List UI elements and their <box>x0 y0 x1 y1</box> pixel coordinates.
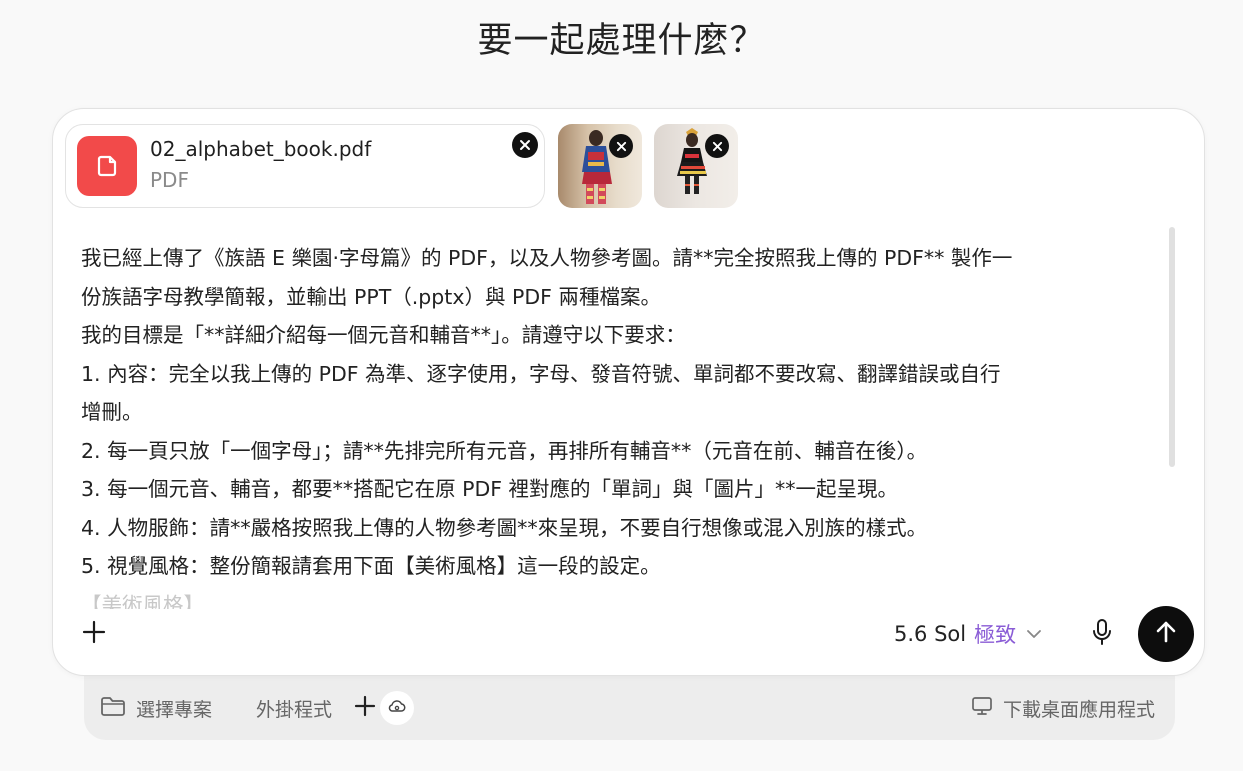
prompt-line: 增刪。 <box>81 400 143 424</box>
send-button[interactable] <box>1138 606 1194 662</box>
cloud-icon <box>388 697 406 719</box>
prompt-line: 我的目標是「**詳細介紹每一個元音和輔音**」。請遵守以下要求： <box>81 323 686 347</box>
chevron-down-icon <box>1026 629 1042 639</box>
microphone-icon <box>1091 618 1113 650</box>
attachment-file-name: 02_alphabet_book.pdf <box>150 137 372 161</box>
model-name: 5.6 Sol <box>894 622 967 646</box>
prompt-line: 4. 人物服飾：請**嚴格按照我上傳的人物參考圖**來呈現，不要自行想像或混入別… <box>81 515 928 540</box>
message-composer: 02_alphabet_book.pdf PDF 我已經上傳了《族語 E 樂園·… <box>52 108 1205 676</box>
prompt-line: 【美術風格】 <box>81 592 204 610</box>
plus-icon <box>82 620 106 648</box>
arrow-up-icon <box>1153 619 1179 649</box>
prompt-line: 2. 每一頁只放「一個字母」；請**先排完所有元音，再排所有輔音**（元音在前、… <box>81 438 928 463</box>
plugins-button[interactable]: 外掛程式 <box>256 695 332 722</box>
footer-left: 選擇專案 外掛程式 <box>100 690 415 726</box>
prompt-line: 1. 內容：完全以我上傳的 PDF 為準、逐字使用，字母、發音符號、單詞都不要改… <box>81 361 1001 386</box>
image-thumbnail[interactable] <box>654 124 738 208</box>
remove-image-button[interactable] <box>705 134 729 158</box>
page-title: 要一起處理什麼？ <box>477 21 766 61</box>
close-icon <box>712 137 723 156</box>
download-app-button[interactable]: 下載桌面應用程式 <box>971 690 1155 726</box>
add-attachment-button[interactable] <box>77 617 111 651</box>
select-project-label: 選擇專案 <box>136 698 213 721</box>
file-icon <box>77 136 137 196</box>
add-plugin-icon[interactable] <box>354 694 376 722</box>
model-selector[interactable]: 5.6 Sol 極致 <box>894 616 1042 652</box>
cloud-sync-button[interactable] <box>380 691 415 725</box>
prompt-line: 3. 每一個元音、輔音，都要**搭配它在原 PDF 裡對應的「單詞」與「圖片」*… <box>81 477 899 501</box>
close-icon <box>519 136 531 155</box>
attachment-file-type: PDF <box>150 168 189 192</box>
folder-icon <box>100 695 126 722</box>
attachment-file-card[interactable]: 02_alphabet_book.pdf PDF <box>65 124 545 208</box>
remove-attachment-button[interactable] <box>512 132 538 158</box>
select-project-button[interactable]: 選擇專案 <box>100 695 212 722</box>
monitor-icon <box>971 696 993 721</box>
download-app-label: 下載桌面應用程式 <box>1002 698 1155 721</box>
image-thumbnail[interactable] <box>558 124 642 208</box>
prompt-line: 份族語字母教學簡報，並輸出 PPT（.pptx）與 PDF 兩種檔案。 <box>81 284 661 309</box>
prompt-line: 5. 視覺風格：整份簡報請套用下面【美術風格】這一段的設定。 <box>81 554 661 578</box>
scrollbar-thumb[interactable] <box>1169 227 1175 467</box>
voice-input-button[interactable] <box>1084 616 1120 652</box>
prompt-scrollbar[interactable] <box>1169 217 1175 469</box>
close-icon <box>616 137 627 156</box>
remove-image-button[interactable] <box>609 134 633 158</box>
model-mode: 極致 <box>974 623 1017 647</box>
prompt-input[interactable]: 我已經上傳了《族語 E 樂園·字母篇》的 PDF，以及人物參考圖。請**完全按照… <box>81 239 1161 609</box>
prompt-line: 我已經上傳了《族語 E 樂園·字母篇》的 PDF，以及人物參考圖。請**完全按照… <box>81 246 1013 270</box>
